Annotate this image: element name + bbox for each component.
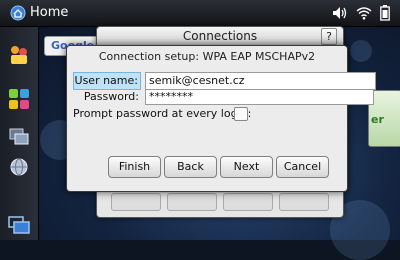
background-button bbox=[167, 193, 217, 211]
page-title[interactable]: Home bbox=[30, 5, 68, 20]
status-bar: Home bbox=[0, 0, 400, 27]
background-button-row bbox=[111, 193, 331, 213]
prompt-password-checkbox[interactable] bbox=[234, 107, 248, 121]
finish-button[interactable]: Finish bbox=[108, 156, 161, 178]
back-button[interactable]: Back bbox=[164, 156, 217, 178]
globe-icon[interactable] bbox=[7, 155, 31, 179]
next-button[interactable]: Next bbox=[220, 156, 273, 178]
app-folder-icon[interactable] bbox=[7, 43, 31, 67]
background-button bbox=[111, 193, 161, 211]
home-icon[interactable] bbox=[10, 5, 26, 21]
volume-icon[interactable] bbox=[332, 6, 348, 20]
connections-title: Connections bbox=[182, 29, 258, 43]
username-label: User name: bbox=[73, 72, 141, 90]
widgets-icon[interactable] bbox=[7, 87, 31, 111]
cancel-button[interactable]: Cancel bbox=[276, 156, 329, 178]
prompt-password-label: Prompt password at every login: bbox=[73, 107, 252, 120]
password-field[interactable]: ******** bbox=[145, 89, 374, 105]
windows-icon[interactable] bbox=[7, 125, 31, 149]
wifi-icon[interactable] bbox=[356, 6, 372, 20]
dialog-button-row: Finish Back Next Cancel bbox=[108, 156, 330, 178]
background-button bbox=[279, 193, 329, 211]
background-widget-label: er bbox=[371, 113, 384, 126]
username-row: User name: bbox=[73, 72, 376, 90]
connections-titlebar: Connections ? bbox=[97, 27, 343, 46]
prompt-row: Prompt password at every login: bbox=[73, 106, 341, 122]
username-field[interactable] bbox=[145, 72, 376, 90]
password-row: Password: ******** bbox=[73, 89, 374, 105]
dialog-title: Connection setup: WPA EAP MSCHAPv2 bbox=[98, 50, 316, 63]
switcher-icon[interactable] bbox=[7, 213, 31, 237]
password-label: Password: bbox=[83, 90, 139, 103]
battery-icon[interactable] bbox=[380, 5, 390, 21]
connection-setup-dialog: Connection setup: WPA EAP MSCHAPv2 User … bbox=[66, 45, 376, 192]
launcher-sidebar bbox=[0, 27, 39, 240]
help-button[interactable]: ? bbox=[321, 28, 337, 45]
background-button bbox=[223, 193, 273, 211]
